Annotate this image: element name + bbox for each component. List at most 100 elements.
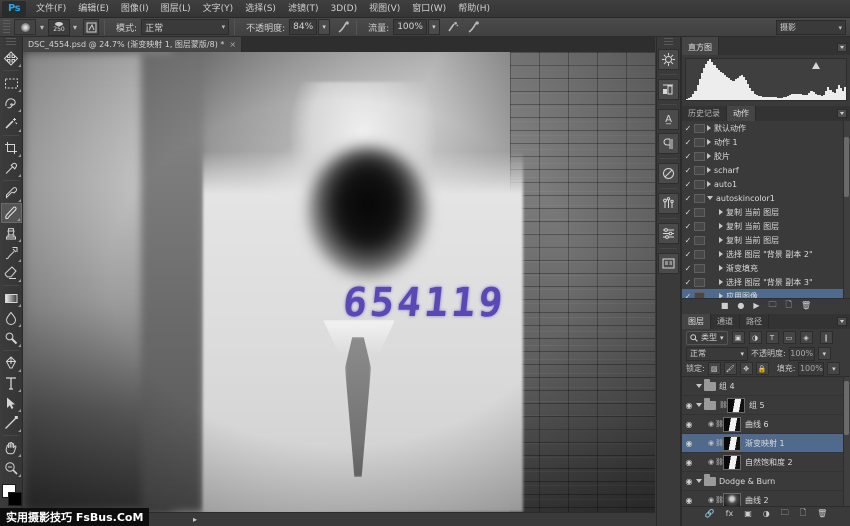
action-row[interactable]: ✓复制 当前 图层 <box>682 219 850 233</box>
layer-blend-mode-select[interactable]: 正常 ▾ <box>686 347 748 361</box>
action-expand-icon[interactable] <box>707 167 711 173</box>
action-row[interactable]: ✓选择 图层 "背景 副本 3" <box>682 275 850 289</box>
layer-thumbnail[interactable] <box>723 455 741 470</box>
dodge-tool[interactable] <box>1 328 22 348</box>
zoom-tool[interactable] <box>1 458 22 478</box>
paragraph-icon[interactable] <box>658 133 679 154</box>
menu-item-0[interactable]: 文件(F) <box>30 0 72 18</box>
eraser-tool[interactable] <box>1 263 22 283</box>
clone-stamp-tool[interactable] <box>1 223 22 243</box>
eyedropper-tool[interactable] <box>1 158 22 178</box>
action-toggle-icon[interactable]: ✓ <box>682 264 694 273</box>
layers-panel-menu[interactable] <box>837 317 847 326</box>
action-expand-icon[interactable] <box>707 139 711 145</box>
toggle-brush-panel-button[interactable] <box>83 19 99 35</box>
action-row[interactable]: ✓应用图像 <box>682 289 850 298</box>
action-row[interactable]: ✓胶片 <box>682 149 850 163</box>
styles-icon[interactable] <box>658 79 679 100</box>
action-dialog-toggle[interactable] <box>694 278 705 287</box>
menu-item-9[interactable]: 窗口(W) <box>406 0 452 18</box>
menu-item-10[interactable]: 帮助(H) <box>452 0 496 18</box>
action-row[interactable]: ✓autoskincolor1 <box>682 191 850 205</box>
close-icon[interactable]: × <box>229 40 236 49</box>
action-dialog-toggle[interactable] <box>694 208 705 217</box>
layer-visibility-icon[interactable]: ◉ <box>682 439 696 448</box>
menu-item-8[interactable]: 视图(V) <box>363 0 406 18</box>
menu-item-5[interactable]: 选择(S) <box>239 0 282 18</box>
action-row[interactable]: ✓渐变填充 <box>682 261 850 275</box>
marquee-tool[interactable] <box>1 73 22 93</box>
brush-preset-caret-icon[interactable]: ▾ <box>40 23 44 32</box>
layer-row[interactable]: ◉⛓组 5 <box>682 396 850 415</box>
actions-scrollbar-thumb[interactable] <box>844 137 849 197</box>
action-dialog-toggle[interactable] <box>694 236 705 245</box>
add-mask-icon[interactable]: ▣ <box>744 509 752 518</box>
pen-tool[interactable] <box>1 353 22 373</box>
mask-link-icon[interactable]: ⛓ <box>715 496 723 504</box>
blur-tool[interactable] <box>1 308 22 328</box>
layer-filter-select[interactable]: 类型 ▾ <box>686 331 728 345</box>
menu-item-1[interactable]: 编辑(E) <box>72 0 115 18</box>
action-expand-icon[interactable] <box>719 223 723 229</box>
airbrush-toggle[interactable] <box>445 19 461 35</box>
layer-expand-icon[interactable] <box>696 403 702 407</box>
flow-field[interactable]: 100% <box>393 19 427 35</box>
filter-smart-icon[interactable]: ◈ <box>800 331 813 344</box>
layer-visibility-icon[interactable]: ◉ <box>682 401 696 410</box>
path-selection-tool[interactable] <box>1 393 22 413</box>
action-toggle-icon[interactable]: ✓ <box>682 194 694 203</box>
menu-item-2[interactable]: 图像(I) <box>115 0 155 18</box>
layer-visibility-icon[interactable]: ◉ <box>682 496 696 505</box>
action-expand-icon[interactable] <box>719 293 723 298</box>
menu-item-3[interactable]: 图层(L) <box>155 0 197 18</box>
action-expand-icon[interactable] <box>707 125 711 131</box>
opacity-field[interactable]: 84% <box>289 19 317 35</box>
canvas-area[interactable]: 654119 POCO 摄影专题 http://photo.poco.cn/ <box>23 52 655 512</box>
layer-fx-icon[interactable]: ◉ <box>707 496 715 504</box>
action-row[interactable]: ✓复制 当前 图层 <box>682 233 850 247</box>
lock-position-icon[interactable]: ✥ <box>740 362 753 375</box>
action-expand-icon[interactable] <box>707 196 713 200</box>
action-expand-icon[interactable] <box>707 181 711 187</box>
crop-tool[interactable] <box>1 138 22 158</box>
action-toggle-icon[interactable]: ✓ <box>682 152 694 161</box>
layer-opacity-value[interactable]: 100% <box>789 347 815 361</box>
new-adjustment-icon[interactable]: ◑ <box>763 509 770 518</box>
actions-scrollbar[interactable] <box>843 121 850 298</box>
opacity-stepper[interactable]: ▾ <box>318 19 330 35</box>
link-layers-icon[interactable]: 🔗 <box>705 509 715 518</box>
layer-row[interactable]: ◉◉⛓自然饱和度 2 <box>682 453 850 472</box>
new-action-icon[interactable]: 🗋 <box>786 299 792 313</box>
mask-link-icon[interactable]: ⛓ <box>715 458 723 466</box>
character-icon[interactable]: A̲ <box>658 109 679 130</box>
action-dialog-toggle[interactable] <box>694 124 705 133</box>
delete-action-icon[interactable]: 🗑 <box>801 301 811 310</box>
layer-row[interactable]: ◉◉⛓曲线 2 <box>682 491 850 506</box>
mask-link-icon[interactable]: ⛓ <box>719 401 727 409</box>
action-toggle-icon[interactable]: ✓ <box>682 222 694 231</box>
action-toggle-icon[interactable]: ✓ <box>682 236 694 245</box>
action-dialog-toggle[interactable] <box>694 222 705 231</box>
healing-brush-tool[interactable] <box>1 183 22 203</box>
layer-opacity-stepper[interactable]: ▾ <box>818 347 831 360</box>
action-toggle-icon[interactable]: ✓ <box>682 292 694 299</box>
layers-list[interactable]: 组 4◉⛓组 5◉◉⛓曲线 6◉◉⛓渐变映射 1◉◉⛓自然饱和度 2◉Dodge… <box>682 376 850 506</box>
action-expand-icon[interactable] <box>719 265 723 271</box>
status-play-icon[interactable]: ▸ <box>193 515 197 524</box>
action-toggle-icon[interactable]: ✓ <box>682 166 694 175</box>
color-icon[interactable] <box>658 163 679 184</box>
layer-row[interactable]: 组 4 <box>682 377 850 396</box>
action-row[interactable]: ✓复制 当前 图层 <box>682 205 850 219</box>
stop-icon[interactable]: ■ <box>721 301 729 310</box>
action-expand-icon[interactable] <box>719 279 723 285</box>
layer-expand-icon[interactable] <box>696 384 702 388</box>
layer-thumbnail[interactable] <box>723 417 741 432</box>
action-toggle-icon[interactable]: ✓ <box>682 250 694 259</box>
play-icon[interactable]: ▶ <box>753 301 759 310</box>
brush-tool[interactable] <box>1 203 22 223</box>
histogram-cache-warning-icon[interactable] <box>812 62 820 69</box>
action-dialog-toggle[interactable] <box>694 264 705 273</box>
actions-panel-menu[interactable] <box>837 109 847 118</box>
action-dialog-toggle[interactable] <box>694 180 705 189</box>
brush-size-field[interactable]: 250 <box>48 19 70 36</box>
